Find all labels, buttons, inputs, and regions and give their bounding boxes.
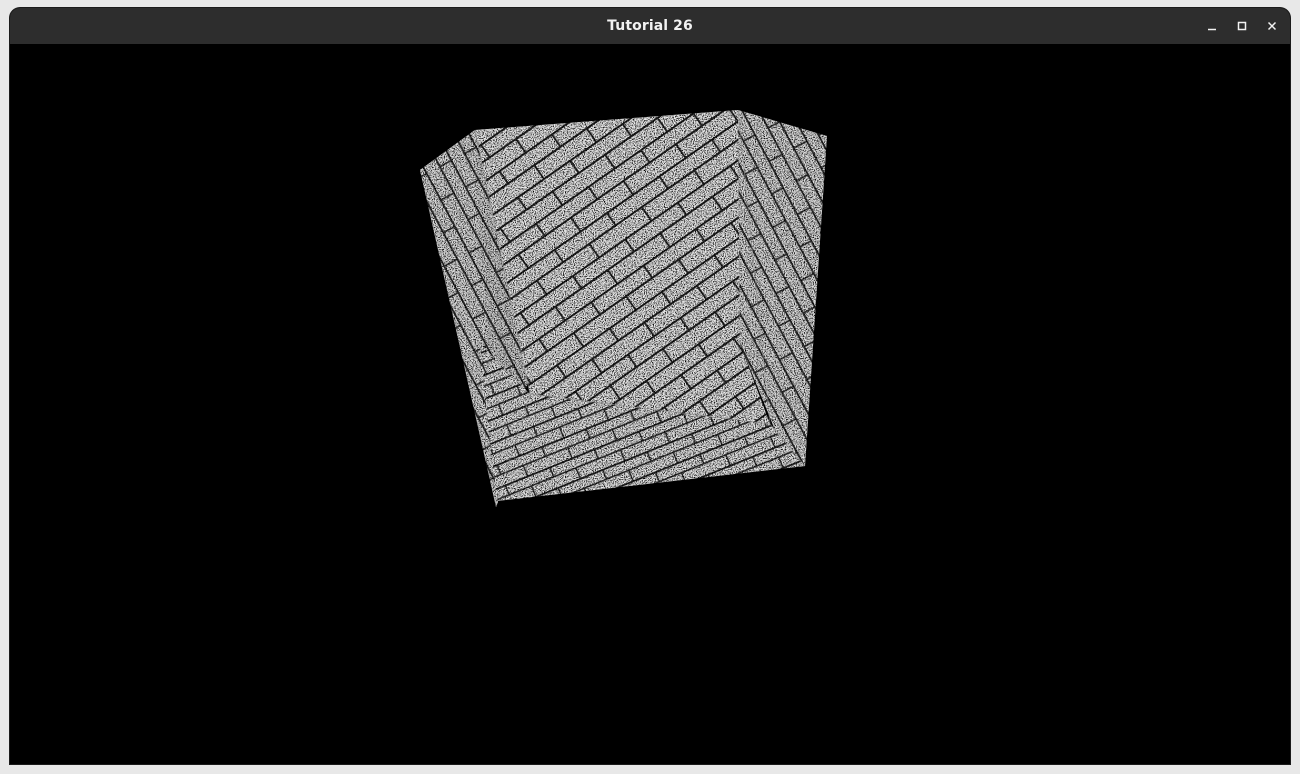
textured-cube [420,109,827,507]
window-controls [1200,14,1284,38]
maximize-button[interactable] [1230,14,1254,38]
close-button[interactable] [1260,14,1284,38]
minimize-icon [1208,28,1216,31]
app-window: Tutorial 26 [10,8,1290,764]
maximize-icon [1237,21,1247,31]
minimize-button[interactable] [1200,14,1224,38]
title-bar[interactable]: Tutorial 26 [10,8,1290,44]
close-icon [1267,21,1277,31]
window-title: Tutorial 26 [607,18,693,34]
render-viewport[interactable] [10,44,1290,764]
